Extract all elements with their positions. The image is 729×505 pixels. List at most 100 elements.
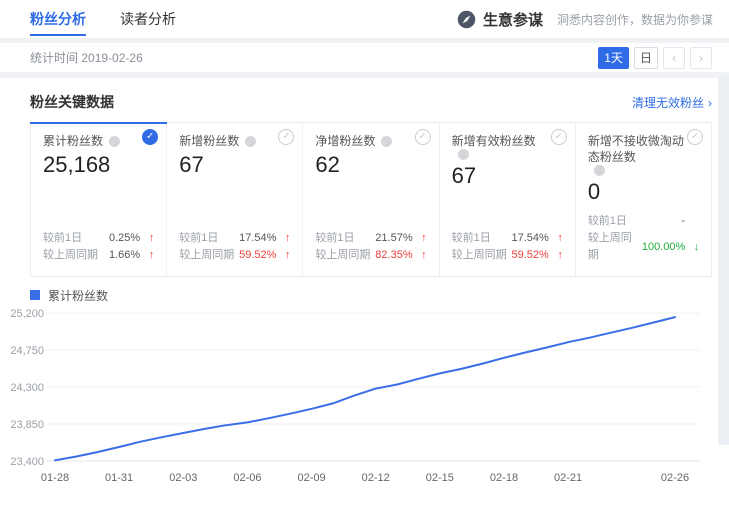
metric-cards: ✓ 累计粉丝数 25,168 较前1日0.25%↑较上周同期1.66%↑ ✓ 新… (30, 122, 712, 277)
unselected-check-icon[interactable]: ✓ (278, 129, 294, 145)
selected-check-icon[interactable]: ✓ (142, 129, 158, 145)
comparison-label: 较前1日 (315, 230, 354, 247)
metric-comparisons: 较前1日 0.25%↑较上周同期1.66%↑ (43, 222, 154, 264)
comparison-value: 82.35% (375, 247, 412, 264)
chevron-right-icon: › (708, 96, 712, 110)
comparison-row: 较前1日21.57%↑ (315, 230, 426, 247)
sycm-logo-icon (457, 10, 476, 29)
arrow-up-icon: ↑ (276, 230, 290, 247)
x-axis-label: 02-12 (362, 472, 390, 484)
comparison-row: 较上周同期59.52%↑ (452, 247, 563, 264)
comparison-label: 较前1日 (43, 230, 82, 247)
help-icon[interactable] (594, 165, 605, 176)
x-axis-label: 01-28 (41, 472, 69, 484)
comparison-row: 较上周同期 82.35%↑ (315, 247, 426, 264)
arrow-up-icon: ↑ (276, 247, 290, 264)
tab-reader-analysis[interactable]: 读者分析 (120, 0, 176, 38)
prev-date-button[interactable]: ‹ (663, 47, 685, 69)
comparison-value: 0.25% (109, 230, 140, 247)
x-axis-label: 02-18 (490, 472, 518, 484)
metric-title: 新增有效粉丝数 (452, 133, 536, 149)
time-toolbar: 统计时间 2019-02-26 1天 日 ‹ › (0, 43, 729, 72)
metric-title: 新增粉丝数 (179, 133, 239, 149)
comparison-row: 较上周同期100.00%↓ (588, 230, 699, 264)
chart-legend-item[interactable]: 累计粉丝数 (30, 287, 712, 303)
day-granularity-button[interactable]: 日 (634, 47, 658, 69)
x-axis-label: 02-03 (169, 472, 197, 484)
comparison-value: - (681, 213, 685, 230)
comparison-label: 较上周同期 (315, 247, 370, 264)
comparison-value: 17.54% (239, 230, 276, 247)
unselected-check-icon[interactable]: ✓ (415, 129, 431, 145)
y-axis-label: 24,750 (10, 345, 44, 357)
brand-slogan: 洞悉内容创作，数据为你参谋 (557, 11, 713, 28)
next-date-button[interactable]: › (690, 47, 712, 69)
comparison-row: 较上周同期1.66%↑ (43, 247, 154, 264)
help-icon[interactable] (458, 149, 469, 160)
comparison-value: 21.57% (375, 230, 412, 247)
comparison-value: 59.52% (239, 247, 276, 264)
comparison-label: 较前1日 (588, 213, 627, 230)
metric-comparisons: 较前1日17.54%↑较上周同期 59.52%↑ (179, 222, 290, 264)
range-1day-button[interactable]: 1天 (598, 47, 629, 69)
metric-card[interactable]: ✓ 累计粉丝数 25,168 较前1日 0.25%↑较上周同期1.66%↑ (31, 123, 167, 276)
x-axis-label: 02-21 (554, 472, 582, 484)
stat-time-text: 统计时间 2019-02-26 (30, 49, 143, 66)
metric-value: 62 (315, 152, 426, 178)
metric-value: 67 (452, 163, 563, 189)
clean-invalid-fans-link[interactable]: 清理无效粉丝› (632, 94, 712, 111)
arrow-down-icon: ↓ (685, 239, 699, 256)
metric-title: 新增不接收微淘动态粉丝数 (588, 133, 685, 165)
arrow-up-icon: ↑ (413, 247, 427, 264)
y-axis-label: 24,300 (10, 382, 44, 394)
comparison-row: 较前1日 0.25%↑ (43, 230, 154, 247)
x-axis-label: 02-09 (298, 472, 326, 484)
metric-card[interactable]: ✓ 新增不接收微淘动态粉丝数 0 较前1日-较上周同期100.00%↓ (576, 123, 711, 276)
metric-card[interactable]: ✓ 新增有效粉丝数 67 较前1日 17.54%↑较上周同期59.52%↑ (440, 123, 576, 276)
metric-value: 0 (588, 179, 699, 205)
metric-title: 净增粉丝数 (315, 133, 375, 149)
comparison-value: 17.54% (512, 230, 549, 247)
top-tab-bar: 粉丝分析 读者分析 生意参谋 洞悉内容创作，数据为你参谋 (0, 0, 729, 38)
comparison-label: 较前1日 (452, 230, 491, 247)
section-title: 粉丝关键数据 (30, 92, 114, 112)
legend-label: 累计粉丝数 (48, 287, 108, 304)
y-axis-label: 23,400 (10, 456, 44, 468)
comparison-row: 较前1日 - (588, 213, 699, 230)
comparison-value: 100.00% (642, 239, 685, 256)
metric-comparisons: 较前1日 21.57%↑较上周同期 82.35%↑ (315, 222, 426, 264)
unselected-check-icon[interactable]: ✓ (687, 129, 703, 145)
x-axis-label: 01-31 (105, 472, 133, 484)
arrow-up-icon: ↑ (140, 230, 154, 247)
comparison-label: 较上周同期 (452, 247, 507, 264)
arrow-up-icon: ↑ (549, 230, 563, 247)
comparison-row: 较前1日 17.54%↑ (452, 230, 563, 247)
tab-fan-analysis[interactable]: 粉丝分析 (30, 0, 86, 38)
legend-swatch-icon (30, 290, 40, 300)
line-series (55, 317, 675, 460)
x-axis-label: 02-06 (233, 472, 261, 484)
y-axis-label: 23,850 (10, 419, 44, 431)
comparison-value: 1.66% (109, 247, 140, 264)
arrow-up-icon: ↑ (140, 247, 154, 264)
brand-name: 生意参谋 (483, 9, 543, 30)
metric-title: 累计粉丝数 (43, 133, 103, 149)
brand-area: 生意参谋 洞悉内容创作，数据为你参谋 (457, 9, 713, 30)
comparison-row: 较前1日17.54%↑ (179, 230, 290, 247)
help-icon[interactable] (109, 136, 120, 147)
help-icon[interactable] (245, 136, 256, 147)
main-content: 粉丝关键数据 清理无效粉丝› ✓ 累计粉丝数 25,168 较前1日0.25%↑… (0, 78, 729, 505)
y-axis-label: 25,200 (10, 308, 44, 320)
comparison-label: 较上周同期 (588, 230, 642, 264)
help-icon[interactable] (381, 136, 392, 147)
metric-card[interactable]: ✓ 新增粉丝数 67 较前1日17.54%↑较上周同期 59.52%↑ (167, 123, 303, 276)
comparison-row: 较上周同期 59.52%↑ (179, 247, 290, 264)
unselected-check-icon[interactable]: ✓ (551, 129, 567, 145)
metric-card[interactable]: ✓ 净增粉丝数 62 较前1日 21.57%↑较上周同期 82.35%↑ (303, 123, 439, 276)
section-header: 粉丝关键数据 清理无效粉丝› (30, 88, 712, 116)
line-chart: 23,400 23,850 24,300 24,750 25,200 01-28 01-31… (0, 305, 729, 505)
metric-value: 25,168 (43, 152, 154, 178)
metric-comparisons: 较前1日-较上周同期100.00%↓ (588, 205, 699, 264)
metric-value: 67 (179, 152, 290, 178)
comparison-label: 较上周同期 (179, 247, 234, 264)
